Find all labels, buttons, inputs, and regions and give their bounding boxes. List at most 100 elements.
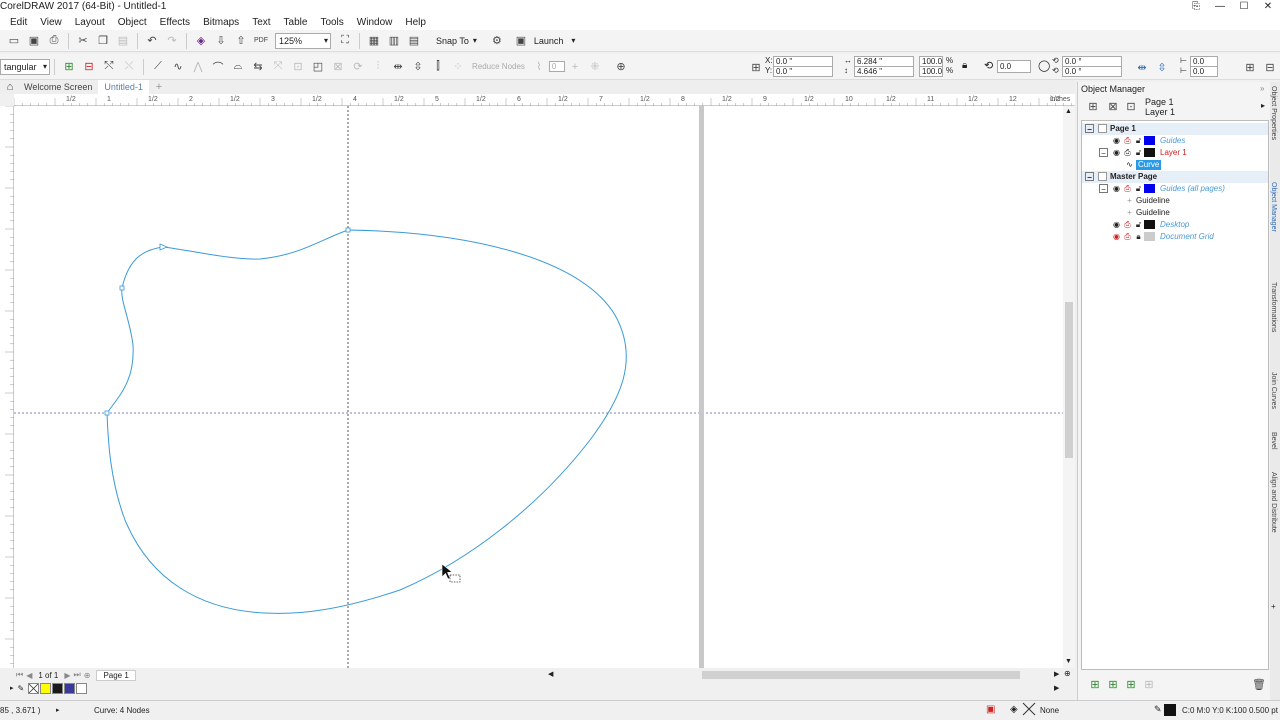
pdf-icon[interactable]: PDF <box>253 33 269 49</box>
selection-mode-combo[interactable]: tangular ▾ <box>0 58 50 75</box>
export-icon[interactable]: ⇧ <box>233 33 249 49</box>
object-origin-icon[interactable]: ⊞ <box>748 59 764 75</box>
skew-vertical-input[interactable]: 0.0 ° <box>1062 66 1122 77</box>
redo-icon[interactable]: ↷ <box>164 33 180 49</box>
menu-effects[interactable]: Effects <box>160 17 190 28</box>
align-nodes-icon[interactable]: ⫶ <box>370 59 386 75</box>
docker-tab-object-properties[interactable]: Object Properties <box>1270 86 1277 140</box>
palette-scroll-icon[interactable]: ▶ <box>1054 684 1059 692</box>
vertical-scroll-thumb[interactable] <box>1065 302 1073 458</box>
snap-to-button[interactable]: Snap To <box>436 36 469 46</box>
menu-view[interactable]: View <box>40 17 62 28</box>
eye-icon[interactable]: ◉ <box>1112 184 1121 193</box>
lock-icon[interactable]: 🔓︎ <box>1134 136 1143 145</box>
undo-icon[interactable]: ↶ <box>144 33 160 49</box>
tree-row-document-grid[interactable]: ◉ ⎙ 🔒︎ Document Grid <box>1082 231 1268 243</box>
lock-icon[interactable]: 🔓︎ <box>1134 184 1143 193</box>
mirror-horizontal-icon[interactable]: ⇹ <box>1134 59 1150 75</box>
print-icon[interactable]: ⎙ <box>1123 184 1132 193</box>
scroll-left-icon[interactable]: ◀ <box>548 670 553 678</box>
horizontal-scroll-thumb[interactable] <box>702 671 1020 679</box>
new-layer-icon[interactable]: ⊞ <box>1087 676 1103 692</box>
close-curve-icon[interactable]: ◰ <box>310 59 326 75</box>
print-icon[interactable]: ⎙ <box>1123 220 1132 229</box>
previous-page-icon[interactable]: ◀ <box>26 671 32 680</box>
tree-row-guides-all-pages[interactable]: − ◉ ⎙ 🔓︎ Guides (all pages) <box>1082 183 1268 195</box>
collapse-icon[interactable]: − <box>1085 172 1094 182</box>
docker-menu-icon[interactable]: ▸ <box>1261 101 1265 110</box>
bounding-box-icon[interactable]: ⁜ <box>587 59 603 75</box>
palette-menu-icon[interactable]: ▸ <box>10 684 14 692</box>
lock-icon[interactable]: 🔓︎ <box>1134 148 1143 157</box>
maximize-button[interactable]: ☐ <box>1232 0 1256 14</box>
symmetrical-node-icon[interactable]: ⌓ <box>230 59 246 75</box>
extend-curve-icon[interactable]: ⤧ <box>270 59 286 75</box>
launch-icon[interactable]: ▣ <box>513 33 529 49</box>
rulers-icon[interactable]: ▥ <box>386 33 402 49</box>
outline-color-swatch[interactable] <box>1164 704 1176 716</box>
menu-edit[interactable]: Edit <box>10 17 27 28</box>
scroll-right-icon[interactable]: ▶ <box>1054 670 1059 678</box>
start-node-arrow[interactable] <box>159 243 169 251</box>
reverse-direction-icon[interactable]: ⇆ <box>250 59 266 75</box>
grid-icon[interactable]: ▤ <box>406 33 422 49</box>
to-line-icon[interactable]: ⟋ <box>150 59 166 75</box>
lock-icon[interactable]: 🔒︎ <box>1134 232 1143 241</box>
crosshair-icon[interactable]: ⊕ <box>613 59 629 75</box>
launch-button[interactable]: Launch <box>534 36 564 46</box>
menu-window[interactable]: Window <box>357 17 393 28</box>
cusp-node-icon[interactable]: ⋀ <box>190 59 206 75</box>
scale-height-input[interactable]: 100.0 <box>919 66 943 77</box>
curve-shape[interactable] <box>106 229 627 614</box>
eye-icon[interactable]: ◉ <box>1112 136 1121 145</box>
curve-node[interactable] <box>104 410 110 416</box>
eye-icon[interactable]: ◉ <box>1112 220 1121 229</box>
menu-tools[interactable]: Tools <box>320 17 343 28</box>
first-page-icon[interactable]: ⏮ <box>16 670 23 680</box>
zoom-page-icon[interactable]: ⛶ <box>337 33 353 49</box>
collapse-icon[interactable]: − <box>1099 184 1108 194</box>
tree-row-master-page[interactable]: − Master Page <box>1082 171 1268 183</box>
docker-tab-object-manager[interactable]: Object Manager <box>1270 182 1277 232</box>
gear-icon[interactable]: ⚙ <box>489 33 505 49</box>
open-folder-icon[interactable]: ▭ <box>6 33 22 49</box>
expand-icon[interactable]: ⊟ <box>1262 59 1278 75</box>
extract-subpath-icon[interactable]: ⊡ <box>290 59 306 75</box>
smooth-node-icon[interactable]: ⌒ <box>210 59 226 75</box>
new-master-layer-all-icon[interactable]: ⊞ <box>1123 676 1139 692</box>
close-button[interactable]: ✕ <box>1256 0 1280 14</box>
eyedropper-icon[interactable]: ✎ <box>18 684 25 693</box>
fill-icon[interactable]: ◈ <box>1010 704 1018 715</box>
menu-table[interactable]: Table <box>284 17 308 28</box>
tab-welcome-screen[interactable]: Welcome Screen <box>18 80 98 94</box>
tab-untitled-1[interactable]: Untitled-1 <box>98 80 149 94</box>
black-swatch[interactable] <box>52 682 64 694</box>
yellow-swatch[interactable] <box>40 682 52 694</box>
eye-icon[interactable]: ◉ <box>1112 232 1121 241</box>
tree-row-guides[interactable]: ◉ ⎙ 🔓︎ Guides <box>1082 135 1268 147</box>
zoom-combo[interactable]: 125% ▾ <box>275 32 331 49</box>
chevron-down-icon[interactable]: ▾ <box>571 36 575 45</box>
menu-object[interactable]: Object <box>118 17 147 28</box>
add-tab-icon[interactable]: + <box>151 79 167 95</box>
menu-bitmaps[interactable]: Bitmaps <box>203 17 239 28</box>
import-icon[interactable]: ⇩ <box>213 33 229 49</box>
status-arrow-icon[interactable]: ▸ <box>56 706 60 714</box>
restore-docker-icon[interactable]: ⎘ <box>1184 0 1208 14</box>
curve-node[interactable] <box>345 227 351 233</box>
menu-layout[interactable]: Layout <box>75 17 105 28</box>
outline-width-input-2[interactable]: 0.0 <box>1190 66 1218 77</box>
tree-row-guideline[interactable]: + Guideline <box>1082 195 1268 207</box>
docker-tab-align-distribute[interactable]: Align and Distribute <box>1270 472 1277 533</box>
to-curve-icon[interactable]: ∿ <box>170 59 186 75</box>
plus-icon[interactable]: + <box>567 59 583 75</box>
docker-tab-bevel[interactable]: Bevel <box>1270 432 1277 450</box>
wrap-icon[interactable]: ⊞ <box>1242 59 1258 75</box>
print-icon[interactable]: ⎙ <box>46 33 62 49</box>
mirror-vertical-icon[interactable]: ⇳ <box>1154 59 1170 75</box>
elastic-mode-icon[interactable]: ⫿ <box>430 59 446 75</box>
height-input[interactable]: 4.646 " <box>854 66 914 77</box>
docker-tab-transformations[interactable]: Transformations <box>1270 282 1277 332</box>
docker-tab-join-curves[interactable]: Join Curves <box>1270 372 1277 409</box>
page-tab-page-1[interactable]: Page 1 <box>96 669 136 681</box>
